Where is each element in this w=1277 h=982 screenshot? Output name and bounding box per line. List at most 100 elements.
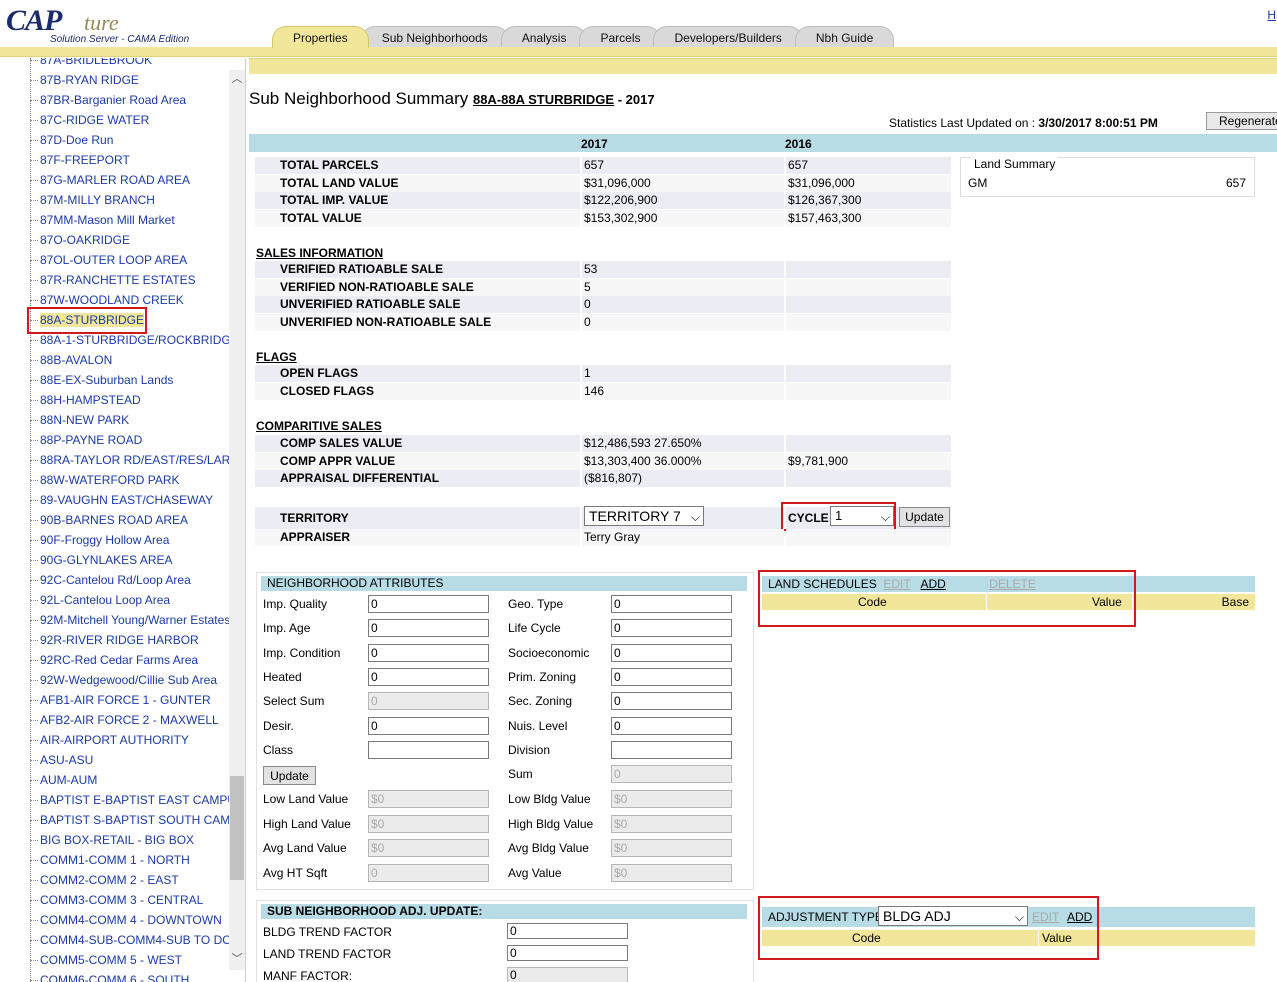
tab-properties[interactable]: Properties [272,26,369,48]
sidebar-item[interactable]: 88H-HAMPSTEAD [30,390,230,410]
sidebar-item[interactable]: 87W-WOODLAND CREEK [30,290,230,310]
sidebar-item[interactable]: BAPTIST S-BAPTIST SOUTH CAMPUS [30,810,230,830]
attributes-title: NEIGHBORHOOD ATTRIBUTES [261,576,747,591]
attribute-input: 0 [368,863,489,882]
sidebar-item[interactable]: 92R-RIVER RIDGE HARBOR [30,630,230,650]
land-schedules-add-link[interactable]: ADD [921,577,946,591]
attribute-input[interactable]: 0 [611,692,732,711]
sidebar-item[interactable]: 92RC-Red Cedar Farms Area [30,650,230,670]
sidebar-item[interactable]: 87B-RYAN RIDGE [30,70,230,90]
attribute-input[interactable]: 0 [368,619,489,638]
sidebar-item[interactable]: AFB2-AIR FORCE 2 - MAXWELL [30,710,230,730]
sidebar-item[interactable]: AFB1-AIR FORCE 1 - GUNTER [30,690,230,710]
sidebar-item[interactable]: 88RA-TAYLOR RD/EAST/RES/LARGE [30,450,230,470]
sidebar-item[interactable]: COMM1-COMM 1 - NORTH [30,850,230,870]
attribute-input[interactable]: 0 [611,643,732,662]
sidebar-item[interactable]: 87O-OAKRIDGE [30,230,230,250]
territory-select[interactable]: TERRITORY 7 ⌵ [584,506,704,526]
row-value [786,261,951,278]
adj-factor-input[interactable]: 0 [507,967,628,982]
attribute-input[interactable]: 0 [368,595,489,613]
sidebar-item[interactable]: 88A-STURBRIDGE [30,310,230,330]
attribute-input[interactable]: 0 [368,643,489,662]
scroll-thumb[interactable] [230,776,244,880]
attribute-input[interactable]: 0 [611,667,732,686]
tab-sub-neighborhoods[interactable]: Sub Neighborhoods [360,26,509,48]
sidebar-item[interactable]: 87R-RANCHETTE ESTATES [30,270,230,290]
sidebar-item[interactable]: 87C-RIDGE WATER [30,110,230,130]
sidebar-item[interactable]: 88P-PAYNE ROAD [30,430,230,450]
adjustment-type-select[interactable]: BLDG ADJ ⌵ [878,906,1028,926]
sidebar-item[interactable]: BIG BOX-RETAIL - BIG BOX [30,830,230,850]
sidebar-item[interactable]: 90B-BARNES ROAD AREA [30,510,230,530]
sidebar-item-label: 88P-PAYNE ROAD [40,433,143,447]
sidebar-item[interactable]: BAPTIST E-BAPTIST EAST CAMPUS [30,790,230,810]
adjustment-edit-link[interactable]: EDIT [1032,907,1059,927]
attribute-input[interactable] [611,740,732,759]
adj-factor-input[interactable]: 0 [507,923,628,939]
appraiser-value: Terry Gray [582,529,784,546]
adjustment-add-link[interactable]: ADD [1067,907,1092,927]
sidebar-item-label: 88A-1-STURBRIDGE/ROCKBRIDGE [40,333,230,347]
data-row: VERIFIED NON-RATIOABLE SALE 5 [255,278,951,296]
sidebar-item[interactable]: COMM2-COMM 2 - EAST [30,870,230,890]
sidebar-item[interactable]: 88A-1-STURBRIDGE/ROCKBRIDGE [30,330,230,350]
sidebar-item[interactable]: 89-VAUGHN EAST/CHASEWAY [30,490,230,510]
sidebar-item[interactable]: 92M-Mitchell Young/Warner Estates [30,610,230,630]
sidebar-item[interactable]: 87BR-Barganier Road Area [30,90,230,110]
tab-developers-builders[interactable]: Developers/Builders [653,26,803,48]
land-schedules-edit-link[interactable]: EDIT [883,577,910,591]
sidebar-item[interactable]: 87G-MARLER ROAD AREA [30,170,230,190]
sidebar-item[interactable]: ASU-ASU [30,750,230,770]
land-schedules-delete-link[interactable]: DELETE [989,577,1036,591]
attribute-input[interactable]: 0 [368,667,489,686]
regenerate-button[interactable]: Regenerate [1206,112,1277,130]
data-row: UNVERIFIED NON-RATIOABLE SALE 0 [255,313,951,331]
attributes-update-button[interactable]: Update [263,766,316,785]
attribute-input[interactable]: 0 [611,595,732,613]
row-value [786,278,951,296]
cycle-update-button[interactable]: Update [899,507,950,527]
sidebar-item[interactable]: COMM4-COMM 4 - DOWNTOWN [30,910,230,930]
sidebar-item[interactable]: COMM4-SUB-COMM4-SUB TO DOWNTOWN [30,930,230,950]
sidebar-item[interactable]: 90G-GLYNLAKES AREA [30,550,230,570]
sidebar-item[interactable]: 87OL-OUTER LOOP AREA [30,250,230,270]
tab-analysis[interactable]: Analysis [500,26,588,48]
sidebar-item[interactable]: 88B-AVALON [30,350,230,370]
scroll-up-icon[interactable]: ︿ [229,70,245,88]
sidebar-item[interactable]: 88W-WATERFORD PARK [30,470,230,490]
attribute-label: Nuis. Level [508,718,568,733]
attribute-input[interactable]: 0 [611,619,732,638]
sidebar-item[interactable]: 87MM-Mason Mill Market [30,210,230,230]
data-row: CLOSED FLAGS 146 [255,382,951,400]
sidebar-item[interactable]: 88E-EX-Suburban Lands [30,370,230,390]
sidebar-item[interactable]: 87A-BRIDLEBROOK [30,58,230,70]
tab-parcels[interactable]: Parcels [579,26,662,48]
sidebar-item[interactable]: COMM3-COMM 3 - CENTRAL [30,890,230,910]
sidebar-item[interactable]: 92W-Wedgewood/Cillie Sub Area [30,670,230,690]
help-link[interactable]: H [1267,8,1276,22]
sidebar-item[interactable]: 87F-FREEPORT [30,150,230,170]
sidebar-item[interactable]: COMM6-COMM 6 - SOUTH [30,970,230,982]
sidebar-item[interactable]: AUM-AUM [30,770,230,790]
sidebar-item[interactable]: 87D-Doe Run [30,130,230,150]
neighborhood-link[interactable]: 88A-88A STURBRIDGE [473,92,614,107]
appraiser-label: APPRAISER [255,529,580,546]
sidebar-item[interactable]: COMM5-COMM 5 - WEST [30,950,230,970]
tab-nbh-guide[interactable]: Nbh Guide [794,26,895,48]
sidebar-item[interactable]: 88N-NEW PARK [30,410,230,430]
sidebar-item[interactable]: 92C-Cantelou Rd/Loop Area [30,570,230,590]
cycle-select[interactable]: 1 ⌵ [830,506,894,526]
adj-factor-input[interactable]: 0 [507,945,628,961]
row-label: TOTAL VALUE [255,209,580,227]
sidebar-item[interactable]: 90F-Froggy Hollow Area [30,530,230,550]
adj-panel-title: SUB NEIGHBORHOOD ADJ. UPDATE: [261,904,747,919]
year-header: 2017 2016 [249,134,1277,152]
attribute-input[interactable] [368,740,489,759]
sidebar-item[interactable]: 87M-MILLY BRANCH [30,190,230,210]
sidebar-item[interactable]: 92L-Cantelou Loop Area [30,590,230,610]
scroll-down-icon[interactable]: ﹀ [229,950,245,968]
sidebar-item[interactable]: AIR-AIRPORT AUTHORITY [30,730,230,750]
attribute-input[interactable]: 0 [368,716,489,735]
attribute-input[interactable]: 0 [611,716,732,735]
